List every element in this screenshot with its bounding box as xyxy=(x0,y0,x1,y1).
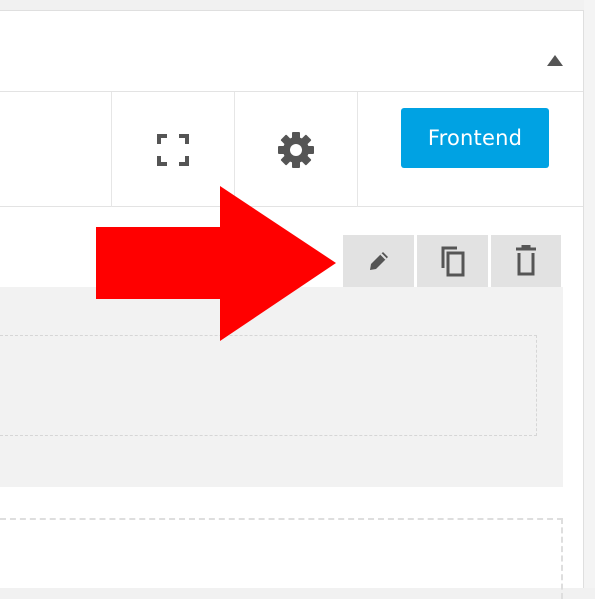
pencil-icon xyxy=(369,252,388,270)
copy-button[interactable] xyxy=(417,235,488,287)
add-element-area[interactable] xyxy=(0,518,563,599)
scrollbar-track xyxy=(584,0,595,588)
element-controls xyxy=(343,235,561,287)
collapse-caret-icon[interactable] xyxy=(547,55,563,66)
fullscreen-icon xyxy=(157,133,189,166)
gear-icon xyxy=(278,131,314,168)
edit-button[interactable] xyxy=(343,235,414,287)
panel-header xyxy=(0,11,583,92)
trash-icon xyxy=(516,245,536,276)
copy-icon xyxy=(441,246,464,277)
delete-button[interactable] xyxy=(491,235,561,287)
toolbar-divider xyxy=(357,92,358,207)
annotation-arrow-icon xyxy=(96,186,336,341)
element-content-area xyxy=(0,335,537,436)
frontend-button[interactable]: Frontend xyxy=(401,108,549,168)
